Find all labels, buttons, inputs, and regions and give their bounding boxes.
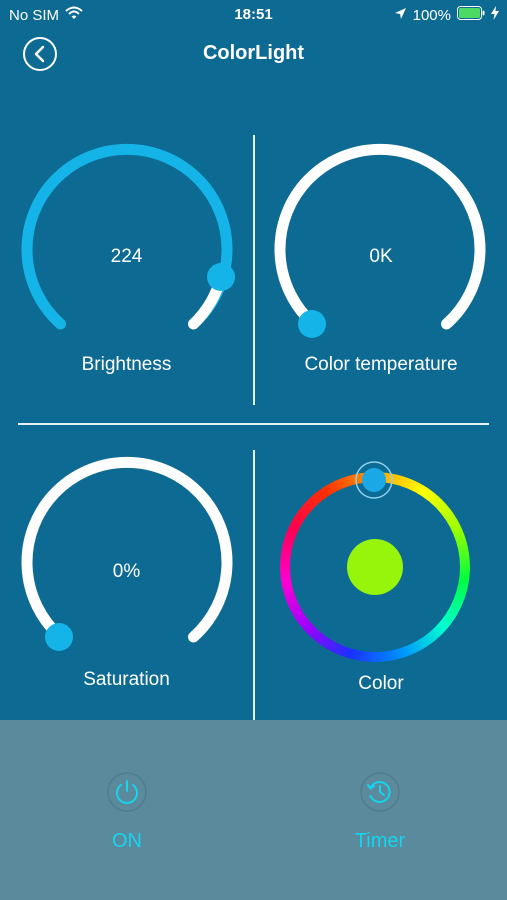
color-label: Color bbox=[358, 673, 404, 694]
color-temperature-label: Color temperature bbox=[304, 354, 458, 375]
battery-percent: 100% bbox=[412, 6, 451, 24]
battery-icon bbox=[457, 6, 485, 24]
on-label: ON bbox=[112, 830, 142, 852]
color-temperature-panel: 0K Color temperature bbox=[255, 140, 507, 400]
color-knob[interactable] bbox=[362, 468, 386, 492]
color-temperature-value: 0K bbox=[369, 246, 393, 267]
color-panel: Color bbox=[255, 455, 507, 715]
clock-icon bbox=[360, 772, 400, 812]
location-arrow-icon bbox=[394, 7, 407, 24]
color-preview-swatch bbox=[347, 539, 403, 595]
saturation-value: 0% bbox=[112, 561, 141, 582]
saturation-knob[interactable] bbox=[45, 623, 73, 651]
charging-bolt-icon bbox=[491, 6, 499, 24]
status-bar: No SIM 18:51 100% bbox=[0, 0, 507, 30]
on-button[interactable]: ON bbox=[67, 772, 187, 853]
timer-button[interactable]: Timer bbox=[320, 772, 440, 853]
saturation-panel: 0% Saturation bbox=[0, 455, 253, 715]
app-screen: No SIM 18:51 100% ColorLight 224 Brightn… bbox=[0, 0, 507, 900]
timer-label: Timer bbox=[354, 830, 406, 852]
horizontal-divider bbox=[18, 423, 489, 425]
page-title: ColorLight bbox=[202, 42, 305, 64]
saturation-label: Saturation bbox=[83, 669, 170, 690]
bottom-bar: ON Timer bbox=[0, 720, 507, 900]
nav-bar: ColorLight bbox=[0, 30, 507, 76]
brightness-label: Brightness bbox=[81, 354, 172, 375]
brightness-panel: 224 Brightness bbox=[0, 140, 253, 400]
brightness-value: 224 bbox=[110, 246, 143, 267]
power-icon bbox=[107, 772, 147, 812]
color-temperature-knob[interactable] bbox=[298, 310, 326, 338]
